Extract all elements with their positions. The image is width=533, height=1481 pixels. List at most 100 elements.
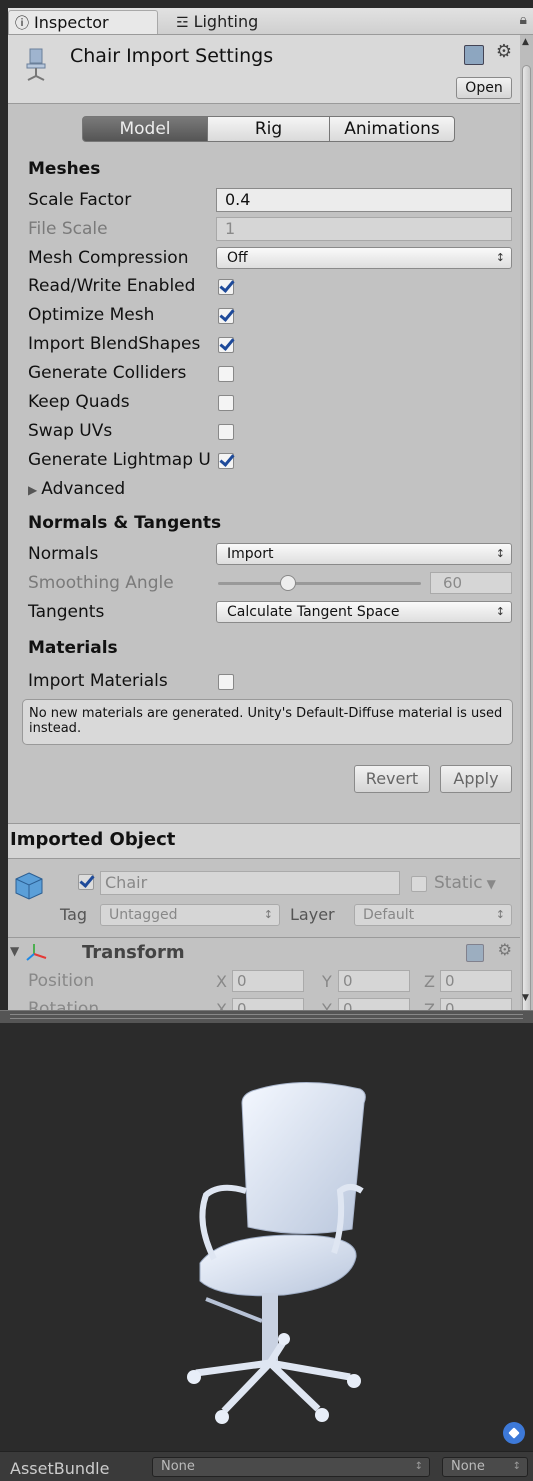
dropdown-arrow-icon: ↕ — [414, 1461, 423, 1472]
position-z-label: Z — [424, 972, 435, 991]
tag-value: Untagged — [109, 907, 178, 923]
scrollbar-thumb[interactable] — [522, 65, 531, 1015]
tangents-dropdown[interactable]: Calculate Tangent Space ↕ — [216, 601, 512, 623]
rotation-x-label: X — [216, 1000, 227, 1010]
position-y-label: Y — [322, 972, 332, 991]
keep-quads-checkbox[interactable] — [218, 395, 234, 411]
position-y-field: 0 — [338, 970, 410, 992]
import-blendshapes-checkbox[interactable] — [218, 337, 234, 353]
tab-lighting-label: Lighting — [193, 12, 259, 31]
tangents-value: Calculate Tangent Space — [227, 604, 400, 620]
import-blendshapes-label: Import BlendShapes — [28, 334, 201, 354]
tab-inspector[interactable]: ⓘ Inspector — [8, 10, 158, 34]
generate-lightmap-label: Generate Lightmap U — [28, 450, 211, 470]
model-preview[interactable] — [0, 1023, 533, 1451]
gameobject-active-checkbox[interactable] — [78, 874, 94, 890]
smoothing-angle-slider — [216, 572, 421, 594]
file-scale-label: File Scale — [28, 219, 108, 239]
foldout-arrow-icon: ▶ — [28, 483, 38, 497]
read-write-label: Read/Write Enabled — [28, 276, 196, 296]
import-materials-checkbox[interactable] — [218, 674, 234, 690]
swap-uvs-checkbox[interactable] — [218, 424, 234, 440]
gameobject-name-field: Chair — [100, 871, 400, 895]
static-toggle: Static ▼ — [434, 873, 496, 893]
advanced-foldout[interactable]: ▶ Advanced — [28, 479, 125, 499]
revert-button[interactable]: Revert — [354, 765, 430, 793]
transform-title: Transform — [82, 942, 185, 963]
mesh-compression-dropdown[interactable]: Off ↕ — [216, 247, 512, 269]
normals-label: Normals — [28, 544, 99, 564]
info-icon: ⓘ — [15, 16, 29, 32]
optimize-mesh-checkbox[interactable] — [218, 308, 234, 324]
scroll-down-icon[interactable]: ▼ — [522, 993, 529, 1003]
import-materials-label: Import Materials — [28, 671, 168, 691]
meshes-heading: Meshes — [28, 159, 101, 179]
lock-icon[interactable]: 🔒︎ — [520, 12, 527, 28]
tab-model[interactable]: Model — [82, 116, 208, 142]
advanced-label: Advanced — [41, 479, 126, 499]
asset-bundle-name-dropdown[interactable]: None ↕ — [152, 1457, 430, 1477]
smoothing-angle-label: Smoothing Angle — [28, 573, 174, 593]
gameobject-cube-icon — [15, 872, 43, 900]
position-z-field: 0 — [440, 970, 512, 992]
chevron-down-icon: ▼ — [486, 877, 496, 891]
scroll-up-icon[interactable]: ▲ — [522, 37, 529, 47]
position-x-field: 0 — [232, 970, 304, 992]
tab-lighting[interactable]: ☲ Lighting — [176, 10, 286, 34]
mesh-compression-value: Off — [227, 250, 248, 266]
read-write-checkbox[interactable] — [218, 279, 234, 295]
tab-animations[interactable]: Animations — [329, 116, 455, 142]
generate-colliders-checkbox[interactable] — [218, 366, 234, 382]
open-button[interactable]: Open — [456, 77, 512, 99]
tag-label: Tag — [60, 905, 88, 924]
rotation-y-label: Y — [322, 1000, 332, 1010]
scale-factor-field[interactable]: 0.4 — [216, 188, 512, 212]
chair-preview-image — [187, 1081, 366, 1424]
import-settings-header: Chair Import Settings ⚙ Open — [8, 35, 520, 104]
window-tab-bar: ⓘ Inspector ☲ Lighting 🔒︎ — [8, 8, 533, 35]
asset-bundle-variant-value: None — [451, 1459, 485, 1474]
asset-label-icon[interactable] — [503, 1422, 525, 1444]
dropdown-arrow-icon: ↕ — [512, 1461, 521, 1472]
apply-button[interactable]: Apply — [440, 765, 512, 793]
materials-heading: Materials — [28, 638, 118, 658]
position-label: Position — [28, 971, 95, 991]
static-checkbox — [411, 876, 427, 892]
preview-splitter[interactable] — [0, 1010, 533, 1024]
scale-factor-label: Scale Factor — [28, 190, 132, 210]
gear-icon[interactable]: ⚙ — [496, 41, 512, 62]
normals-dropdown[interactable]: Import ↕ — [216, 543, 512, 565]
layer-dropdown: Default ↕ — [354, 904, 512, 926]
file-scale-field: 1 — [216, 217, 512, 241]
asset-bundle-variant-dropdown[interactable]: None ↕ — [442, 1457, 528, 1477]
tag-dropdown: Untagged ↕ — [100, 904, 280, 926]
rotation-label: Rotation — [28, 999, 100, 1010]
rotation-z-label: Z — [424, 1000, 435, 1010]
help-book-icon[interactable] — [464, 45, 484, 65]
foldout-open-icon[interactable]: ▼ — [10, 944, 19, 958]
rotation-z-field: 0 — [440, 998, 512, 1010]
normals-heading: Normals & Tangents — [28, 513, 222, 533]
swap-uvs-label: Swap UVs — [28, 421, 113, 441]
inspector-panel: Chair Import Settings ⚙ Open Model Rig A… — [8, 35, 520, 1010]
static-label: Static — [434, 873, 483, 893]
asset-bundle-bar: AssetBundle None ↕ None ↕ — [0, 1451, 533, 1481]
asset-bundle-name-value: None — [161, 1459, 195, 1474]
optimize-mesh-label: Optimize Mesh — [28, 305, 155, 325]
generate-lightmap-checkbox[interactable] — [218, 453, 234, 469]
tab-rig[interactable]: Rig — [207, 116, 330, 142]
layer-label: Layer — [290, 905, 335, 924]
slider-knob — [280, 575, 296, 591]
mesh-compression-label: Mesh Compression — [28, 248, 189, 268]
tangents-label: Tangents — [28, 602, 105, 622]
layer-value: Default — [363, 907, 415, 923]
transform-axes-icon — [26, 944, 47, 961]
asset-bundle-label: AssetBundle — [10, 1459, 110, 1478]
dropdown-arrow-icon: ↕ — [495, 251, 505, 264]
materials-help-box: No new materials are generated. Unity's … — [22, 699, 513, 745]
keep-quads-label: Keep Quads — [28, 392, 130, 412]
inspector-scrollbar[interactable]: ▲ ▼ — [520, 35, 533, 1015]
smoothing-angle-field: 60 — [430, 572, 512, 594]
slider-track — [218, 582, 421, 585]
dropdown-arrow-icon: ↕ — [263, 908, 273, 921]
